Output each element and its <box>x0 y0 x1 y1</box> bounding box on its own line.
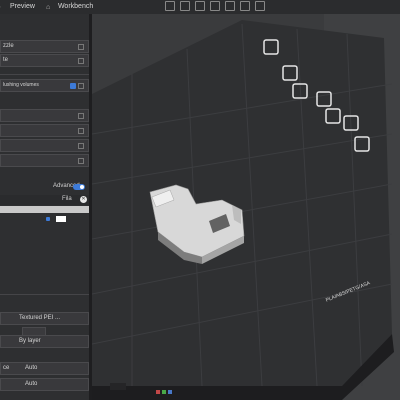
flushing-volumes-text: lushing volumes <box>3 82 39 88</box>
workbench-icon: ⌂ <box>46 4 51 11</box>
auto-select-2-value: Auto <box>25 381 38 387</box>
object-row-selected[interactable] <box>0 206 89 213</box>
nozzle-field[interactable]: zzle <box>0 40 89 53</box>
auto-select-1-value: Auto <box>25 365 38 371</box>
left-sidebar: zzle te lushing volumes Advanced Fila ✕ … <box>0 14 89 400</box>
add-icon[interactable] <box>78 83 84 89</box>
edit-icon[interactable] <box>78 158 84 164</box>
advanced-toggle-row: Advanced <box>0 180 89 193</box>
plate-type-value: Textured PEI ... <box>19 315 61 321</box>
flushing-volumes-button[interactable]: lushing volumes <box>0 79 89 92</box>
view-icon[interactable] <box>224 1 235 11</box>
edit-icon[interactable] <box>78 128 84 134</box>
filament-row-3[interactable] <box>0 139 89 152</box>
plate-field[interactable]: te <box>0 54 89 67</box>
settings-icon[interactable] <box>254 1 265 11</box>
auto-select-2[interactable]: Auto <box>0 378 89 391</box>
prepare-icon: ▪ <box>0 4 5 11</box>
tab-preview[interactable]: Preview <box>10 2 35 12</box>
divider <box>0 74 89 75</box>
top-toolbar: ▪ Preview ⌂ Workbench <box>0 0 400 14</box>
orient-icon[interactable] <box>209 1 220 11</box>
object-table-header: Fila ✕ <box>0 195 89 205</box>
auto-select-1-label: ce <box>3 365 10 371</box>
object-row[interactable] <box>0 215 89 224</box>
plate-type-select[interactable]: Textured PEI ... <box>0 312 89 325</box>
grid-icon[interactable] <box>179 1 190 11</box>
fit-icon[interactable] <box>239 1 250 11</box>
build-plate <box>92 20 392 386</box>
3d-viewport[interactable]: PLA/ABS/PETG/ASA <box>92 14 400 400</box>
edit-icon[interactable] <box>78 143 84 149</box>
nozzle-text: zzle <box>3 43 14 49</box>
divider <box>0 294 89 295</box>
edit-icon[interactable] <box>78 44 84 50</box>
filament-slot[interactable] <box>56 216 66 222</box>
tab-preview-label: Preview <box>10 3 35 10</box>
advanced-toggle[interactable] <box>73 184 85 190</box>
add-cube-icon[interactable] <box>165 1 175 11</box>
auto-select-1[interactable]: ce Auto <box>0 362 89 375</box>
filament-row-1[interactable] <box>0 109 89 122</box>
viewport-tools <box>165 1 268 13</box>
layout-icon[interactable] <box>194 1 205 11</box>
table-header-filament: Fila <box>62 196 72 202</box>
edit-icon[interactable] <box>78 113 84 119</box>
plate-text: te <box>3 57 9 63</box>
edit-icon[interactable] <box>78 58 84 64</box>
filament-row-4[interactable] <box>0 154 89 167</box>
tab-workbench[interactable]: ⌂ Workbench <box>46 2 93 12</box>
color-swatch <box>46 217 50 221</box>
sync-icon[interactable] <box>70 83 76 89</box>
seq-value: By layer <box>19 338 41 344</box>
close-icon[interactable]: ✕ <box>80 196 87 203</box>
seq-select[interactable]: By layer <box>0 335 89 348</box>
tab-workbench-label: Workbench <box>57 3 94 10</box>
filament-row-2[interactable] <box>0 124 89 137</box>
tab-prepare-edge[interactable]: ▪ <box>0 2 8 12</box>
build-plate-svg <box>92 20 394 400</box>
